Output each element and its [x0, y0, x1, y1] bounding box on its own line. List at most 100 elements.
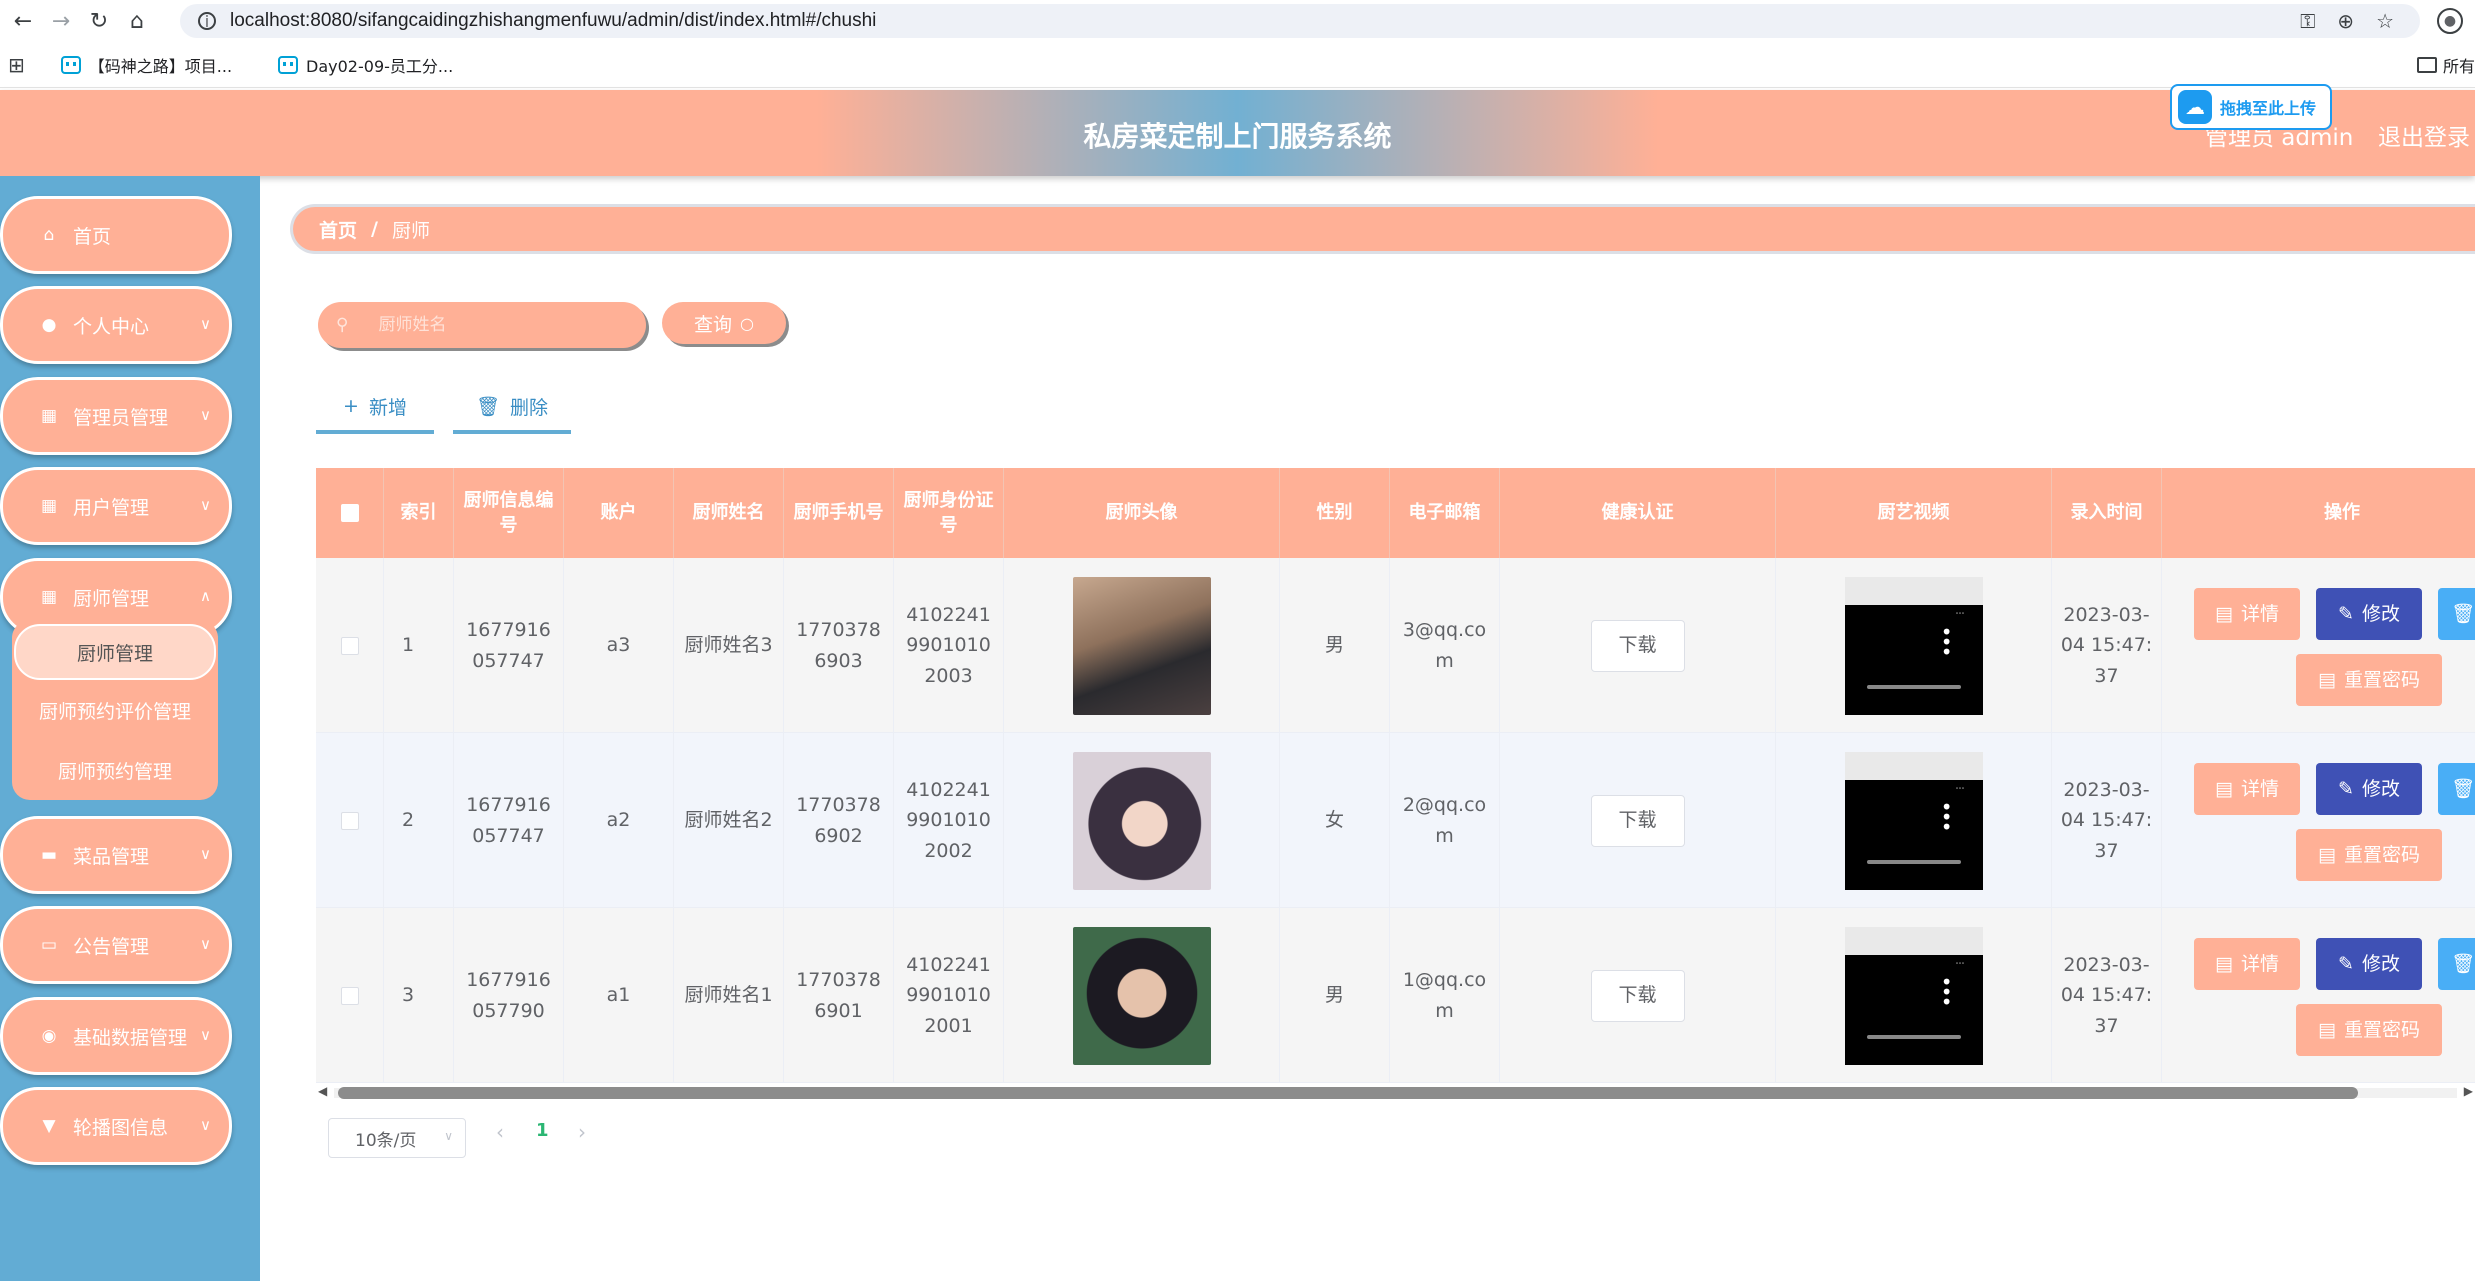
document-icon: ▤: [2318, 1018, 2336, 1041]
home-browser-icon[interactable]: ⌂: [122, 6, 152, 36]
address-bar[interactable]: i localhost:8080/sifangcaidingzhishangme…: [180, 4, 2420, 38]
column-header: 索引: [384, 468, 454, 558]
select-all-checkbox[interactable]: [340, 504, 359, 522]
row-select-cell: [316, 908, 384, 1083]
all-bookmarks[interactable]: 所有: [2416, 42, 2475, 88]
next-page-icon[interactable]: ›: [578, 1120, 586, 1144]
upload-widget[interactable]: ☁ 拖拽至此上传: [2170, 84, 2332, 130]
sidebar-item-admin-management[interactable]: ▦ 管理员管理 ∨: [0, 377, 232, 455]
scroll-right-icon[interactable]: ▶: [2464, 1084, 2473, 1098]
sidebar-item-base-data-management[interactable]: ◉ 基础数据管理 ∨: [0, 997, 232, 1075]
search-icon: ⚲: [336, 315, 349, 335]
sidebar-item-user-management[interactable]: ▦ 用户管理 ∨: [0, 467, 232, 545]
bookmark-item[interactable]: Day02-09-员工分...: [278, 53, 453, 77]
video-menu-icon: ⋯: [1955, 783, 1965, 794]
sidebar-item-home[interactable]: ⌂ 首页: [0, 196, 232, 274]
sidebar-item-notice-management[interactable]: ▭ 公告管理 ∨: [0, 906, 232, 984]
row-checkbox[interactable]: [340, 811, 359, 830]
row-checkbox[interactable]: [340, 636, 359, 655]
page-number[interactable]: 1: [536, 1120, 549, 1141]
more-vertical-icon[interactable]: • • •: [1941, 797, 1953, 837]
cell-email: 3@qq.com: [1390, 558, 1500, 733]
scrollbar-thumb[interactable]: [338, 1087, 2358, 1099]
video-player[interactable]: ⋯ • • •: [1844, 751, 1983, 890]
sidebar-item-label: 管理员管理: [73, 406, 169, 429]
breadcrumb-home[interactable]: 首页: [319, 216, 357, 243]
header-select-all[interactable]: [316, 468, 384, 558]
all-bookmarks-label: 所有: [2442, 57, 2475, 76]
forward-icon[interactable]: →: [46, 6, 76, 36]
more-vertical-icon[interactable]: • • •: [1941, 622, 1953, 662]
row-select-cell: [316, 733, 384, 908]
delete-row-button[interactable]: 🗑: [2438, 588, 2475, 640]
sidebar-item-label: 首页: [73, 225, 112, 248]
sidebar-item-dish-management[interactable]: ▬ 菜品管理 ∨: [0, 816, 232, 894]
page-size-value: 10条/页: [355, 1130, 417, 1151]
video-progress-bar[interactable]: [1866, 684, 1961, 689]
apps-grid-icon[interactable]: ⊞: [8, 53, 25, 77]
query-button[interactable]: 查询 ○: [662, 302, 786, 344]
site-info-icon[interactable]: i: [198, 12, 216, 31]
edit-button-label: 修改: [2361, 777, 2400, 800]
chevron-down-icon: ∨: [200, 935, 211, 953]
download-button[interactable]: 下载: [1590, 794, 1685, 847]
submenu-item-chef-review-management[interactable]: 厨师预约评价管理: [12, 682, 218, 738]
zoom-icon[interactable]: ⊕: [2337, 9, 2354, 33]
back-icon[interactable]: ←: [8, 6, 38, 36]
reset-password-button[interactable]: ▤ 重置密码: [2296, 654, 2442, 706]
column-header: 健康认证: [1500, 468, 1776, 558]
download-button[interactable]: 下载: [1590, 619, 1685, 672]
delete-button[interactable]: 🗑 删除: [453, 382, 571, 434]
video-progress-bar[interactable]: [1866, 859, 1961, 864]
edit-button[interactable]: ✎ 修改: [2316, 938, 2422, 990]
detail-button[interactable]: ▤ 详情: [2194, 588, 2300, 640]
document-icon: ▤: [2215, 602, 2233, 625]
sidebar-item-label: 个人中心: [73, 315, 150, 338]
horizontal-scrollbar[interactable]: ◀ ▶: [316, 1084, 2475, 1102]
download-button[interactable]: 下载: [1590, 969, 1685, 1022]
cell-index: 2: [384, 733, 454, 908]
reset-password-button[interactable]: ▤ 重置密码: [2296, 1004, 2442, 1056]
reset-password-button[interactable]: ▤ 重置密码: [2296, 829, 2442, 881]
detail-button[interactable]: ▤ 详情: [2194, 763, 2300, 815]
cell-name: 厨师姓名3: [674, 558, 784, 733]
search-icon: ○: [740, 313, 754, 333]
bookmark-label: 【码神之路】项目...: [88, 56, 233, 76]
edit-button[interactable]: ✎ 修改: [2316, 588, 2422, 640]
submenu-item-chef-booking-management[interactable]: 厨师预约管理: [12, 742, 218, 798]
cell-health-cert: 下载: [1500, 733, 1776, 908]
logout-link[interactable]: 退出登录: [2378, 118, 2470, 152]
sidebar-item-personal-center[interactable]: ● 个人中心 ∨: [0, 286, 232, 364]
sidebar-item-carousel-info[interactable]: ▼ 轮播图信息 ∨: [0, 1087, 232, 1165]
cell-phone: 17703786903: [784, 558, 894, 733]
sidebar-item-label: 菜品管理: [73, 845, 150, 868]
reload-icon[interactable]: ↻: [84, 6, 114, 36]
url-text: localhost:8080/sifangcaidingzhishangmenf…: [230, 10, 877, 31]
delete-row-button[interactable]: 🗑: [2438, 938, 2475, 990]
column-header: 厨艺视频: [1776, 468, 2052, 558]
star-icon[interactable]: ☆: [2376, 9, 2394, 33]
submenu-item-chef-management[interactable]: 厨师管理: [14, 624, 216, 680]
more-vertical-icon[interactable]: • • •: [1941, 972, 1953, 1012]
edit-button[interactable]: ✎ 修改: [2316, 763, 2422, 815]
prev-page-icon[interactable]: ‹: [496, 1120, 504, 1144]
cell-gender: 女: [1280, 733, 1390, 908]
video-player[interactable]: ⋯ • • •: [1844, 576, 1983, 715]
chef-avatar-image[interactable]: [1072, 576, 1211, 715]
key-icon[interactable]: ⚿: [2300, 9, 2315, 33]
scroll-left-icon[interactable]: ◀: [318, 1084, 327, 1098]
video-progress-bar[interactable]: [1866, 1034, 1961, 1039]
page-size-select[interactable]: 10条/页 ∨: [328, 1118, 466, 1158]
video-player[interactable]: ⋯ • • •: [1844, 926, 1983, 1065]
delete-row-button[interactable]: 🗑: [2438, 763, 2475, 815]
profile-icon[interactable]: ●: [2437, 8, 2463, 34]
add-button[interactable]: + 新增: [316, 382, 434, 434]
grid-icon: ▦: [40, 406, 58, 426]
detail-button[interactable]: ▤ 详情: [2194, 938, 2300, 990]
row-checkbox[interactable]: [340, 986, 359, 1005]
chef-avatar-image[interactable]: [1072, 751, 1211, 890]
document-icon: ▤: [2318, 843, 2336, 866]
bookmark-item[interactable]: 【码神之路】项目...: [60, 53, 233, 77]
search-input[interactable]: [378, 315, 619, 335]
chef-avatar-image[interactable]: [1072, 926, 1211, 1065]
